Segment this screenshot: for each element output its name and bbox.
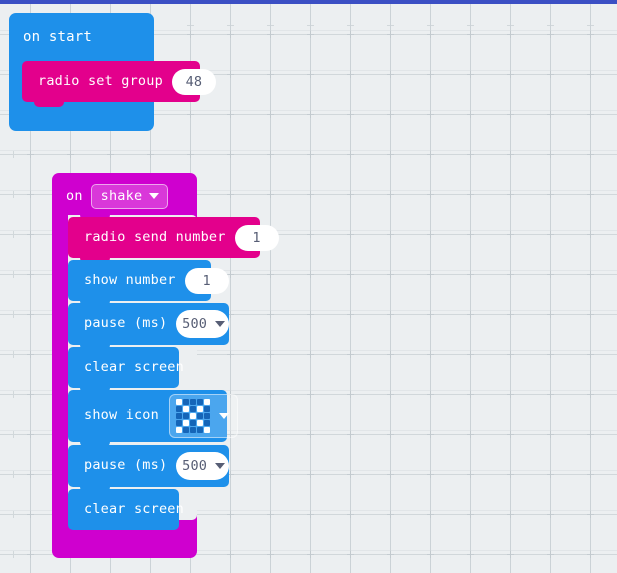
show-number-label: show number bbox=[84, 271, 176, 288]
led-4-3 bbox=[196, 427, 203, 433]
led-1-1 bbox=[182, 406, 189, 412]
on-shake-event-value: shake bbox=[100, 188, 143, 204]
radio-send-number-label: radio send number bbox=[84, 228, 226, 245]
led-4-0 bbox=[175, 427, 182, 433]
radio-set-group-value[interactable]: 48 bbox=[171, 68, 216, 95]
led-4-2 bbox=[189, 427, 196, 433]
pause-second-dropdown[interactable]: 500 bbox=[176, 452, 229, 480]
led-0-2 bbox=[189, 399, 196, 405]
chevron-down-icon bbox=[149, 193, 160, 199]
radio-send-number-value[interactable]: 1 bbox=[234, 224, 279, 251]
led-3-2 bbox=[189, 420, 196, 426]
show-number-value[interactable]: 1 bbox=[184, 267, 229, 294]
led-1-0 bbox=[175, 406, 182, 412]
led-0-1 bbox=[182, 399, 189, 405]
pause-second-value: 500 bbox=[182, 458, 208, 474]
clear-screen-second-label: clear screen bbox=[84, 500, 184, 517]
led-1-4 bbox=[203, 406, 210, 412]
led-3-4 bbox=[203, 420, 210, 426]
chevron-down-icon bbox=[215, 463, 226, 469]
clear-screen-first-label: clear screen bbox=[84, 358, 184, 375]
pause-first-dropdown[interactable]: 500 bbox=[176, 310, 229, 338]
on-shake-prefix-label: on bbox=[66, 187, 83, 204]
radio-set-group-label: radio set group bbox=[38, 72, 163, 89]
on-shake-event-dropdown[interactable]: shake bbox=[90, 184, 169, 209]
led-0-4 bbox=[203, 399, 210, 405]
pause-second-label: pause (ms) bbox=[84, 457, 168, 474]
led-3-1 bbox=[182, 420, 189, 426]
led-3-0 bbox=[175, 420, 182, 426]
block-radio-send-number[interactable]: radio send number 1 bbox=[68, 217, 279, 263]
block-clear-screen-first[interactable]: clear screen bbox=[68, 347, 184, 393]
block-clear-screen-second[interactable]: clear screen bbox=[68, 489, 184, 530]
on-start-label: on start bbox=[23, 29, 93, 45]
chevron-down-icon bbox=[215, 321, 226, 327]
led-2-1 bbox=[182, 413, 189, 419]
led-0-3 bbox=[196, 399, 203, 405]
show-icon-picker[interactable] bbox=[168, 394, 238, 438]
led-4-1 bbox=[182, 427, 189, 433]
block-show-icon[interactable]: show icon bbox=[68, 390, 238, 447]
show-icon-label: show icon bbox=[84, 407, 159, 424]
chevron-down-icon bbox=[218, 413, 229, 419]
block-pause-first[interactable]: pause (ms) 500 bbox=[68, 303, 229, 350]
led-1-2 bbox=[189, 406, 196, 412]
block-notch bbox=[34, 102, 64, 107]
led-2-4 bbox=[203, 413, 210, 419]
led-0-0 bbox=[175, 399, 182, 405]
led-1-3 bbox=[196, 406, 203, 412]
diagonal-cross-icon bbox=[175, 399, 210, 433]
block-radio-set-group[interactable]: radio set group 48 bbox=[22, 61, 216, 107]
led-3-3 bbox=[196, 420, 203, 426]
block-show-number[interactable]: show number 1 bbox=[68, 260, 229, 306]
led-2-2 bbox=[189, 413, 196, 419]
pause-first-value: 500 bbox=[182, 316, 208, 332]
block-pause-second[interactable]: pause (ms) 500 bbox=[68, 445, 229, 492]
led-2-0 bbox=[175, 413, 182, 419]
blocks-workspace[interactable]: on start radio set group 48 on shake rad… bbox=[0, 4, 617, 573]
pause-first-label: pause (ms) bbox=[84, 315, 168, 332]
led-4-4 bbox=[203, 427, 210, 433]
led-2-3 bbox=[196, 413, 203, 419]
